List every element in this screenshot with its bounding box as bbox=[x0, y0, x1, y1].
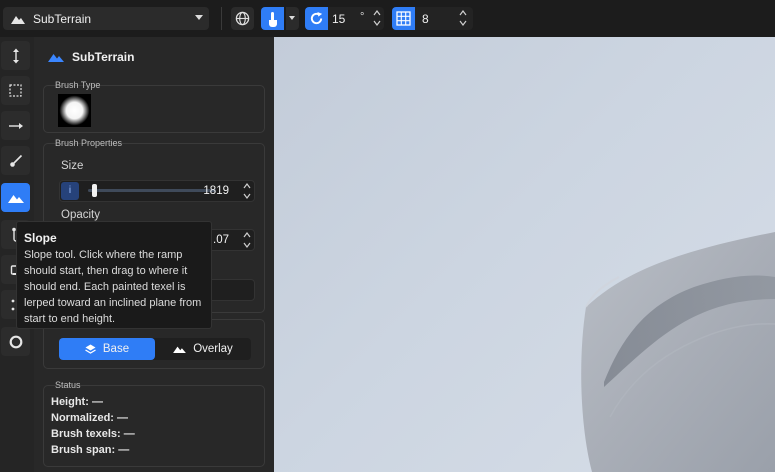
terrain-select[interactable]: SubTerrain bbox=[3, 7, 209, 30]
base-mode-button[interactable]: Base bbox=[59, 338, 155, 360]
chevron-down-icon bbox=[195, 15, 203, 20]
slope-tooltip: Slope Slope tool. Click where the ramp s… bbox=[16, 221, 212, 329]
size-stepper[interactable] bbox=[242, 181, 252, 201]
rotation-value: 15 bbox=[332, 12, 346, 26]
rotation-field[interactable]: 15 ° bbox=[328, 7, 384, 30]
mountain-icon bbox=[173, 346, 187, 353]
opacity-label: Opacity bbox=[61, 209, 100, 221]
rotate-icon bbox=[310, 11, 323, 25]
size-slider-thumb[interactable] bbox=[92, 184, 98, 197]
grid-size-value: 8 bbox=[422, 12, 429, 26]
brush-properties-label: Brush Properties bbox=[55, 138, 123, 148]
tool-raise-lower[interactable] bbox=[1, 41, 30, 70]
globe-icon bbox=[235, 11, 250, 26]
tool-slope[interactable] bbox=[1, 183, 30, 212]
layer-mode-toggle[interactable]: Base Overlay bbox=[59, 338, 251, 360]
paint-brush-icon bbox=[9, 154, 22, 167]
tool-paint[interactable] bbox=[1, 146, 30, 175]
mountain-icon bbox=[48, 54, 64, 62]
layers-icon bbox=[85, 344, 96, 354]
pointer-mode-dropdown[interactable] bbox=[286, 7, 299, 30]
arrow-right-icon bbox=[8, 122, 23, 129]
info-icon[interactable]: i bbox=[61, 182, 79, 200]
vertical-arrows-icon bbox=[12, 48, 19, 63]
tooltip-body: Slope tool. Click where the ramp should … bbox=[24, 249, 202, 325]
tool-select-region[interactable] bbox=[1, 76, 30, 105]
terrain-mesh bbox=[581, 232, 775, 472]
dashed-square-icon bbox=[9, 84, 22, 97]
size-value: 1819 bbox=[203, 185, 229, 197]
hand-pointer-icon bbox=[268, 11, 277, 27]
mountain-icon bbox=[7, 194, 24, 203]
base-mode-label: Base bbox=[102, 343, 130, 355]
tool-erode[interactable] bbox=[1, 327, 30, 356]
tooltip-title: Slope bbox=[24, 231, 57, 245]
grid-size-stepper[interactable] bbox=[458, 8, 468, 28]
opacity-stepper[interactable] bbox=[242, 230, 252, 250]
toolbar-divider bbox=[221, 7, 222, 30]
globe-button[interactable] bbox=[231, 7, 254, 30]
status-height: Height: — bbox=[51, 396, 103, 408]
grid-icon bbox=[396, 11, 411, 26]
brush-preview[interactable] bbox=[58, 94, 91, 127]
terrain-select-label: SubTerrain bbox=[33, 11, 92, 26]
rotate-snap-button[interactable] bbox=[305, 7, 328, 30]
size-label: Size bbox=[61, 160, 84, 172]
status-normalized: Normalized: — bbox=[51, 412, 129, 424]
status-brush-texels: Brush texels: — bbox=[51, 428, 135, 440]
size-slider[interactable]: i 1819 bbox=[59, 180, 255, 202]
overlay-mode-label: Overlay bbox=[193, 343, 233, 355]
status-brush-span: Brush span: — bbox=[51, 444, 130, 456]
mountain-icon bbox=[11, 15, 25, 24]
tool-smooth[interactable] bbox=[1, 111, 30, 140]
rotation-stepper[interactable] bbox=[372, 8, 382, 28]
panel-title: SubTerrain bbox=[72, 50, 135, 64]
top-bar: SubTerrain 15 ° 8 bbox=[0, 0, 775, 37]
opacity-value: .07 bbox=[213, 234, 229, 246]
terrain-viewport[interactable] bbox=[274, 37, 775, 472]
grid-size-field[interactable]: 8 bbox=[415, 7, 473, 30]
ring-icon bbox=[9, 335, 22, 348]
panel-header: SubTerrain bbox=[48, 50, 134, 64]
overlay-mode-button[interactable]: Overlay bbox=[155, 338, 251, 360]
soft-brush-icon bbox=[59, 95, 90, 126]
grid-snap-button[interactable] bbox=[392, 7, 415, 30]
status-label: Status bbox=[55, 380, 81, 390]
pointer-mode-button[interactable] bbox=[261, 7, 284, 30]
rotation-unit: ° bbox=[360, 11, 365, 23]
brush-type-label: Brush Type bbox=[55, 80, 101, 90]
size-slider-track[interactable] bbox=[88, 189, 216, 192]
